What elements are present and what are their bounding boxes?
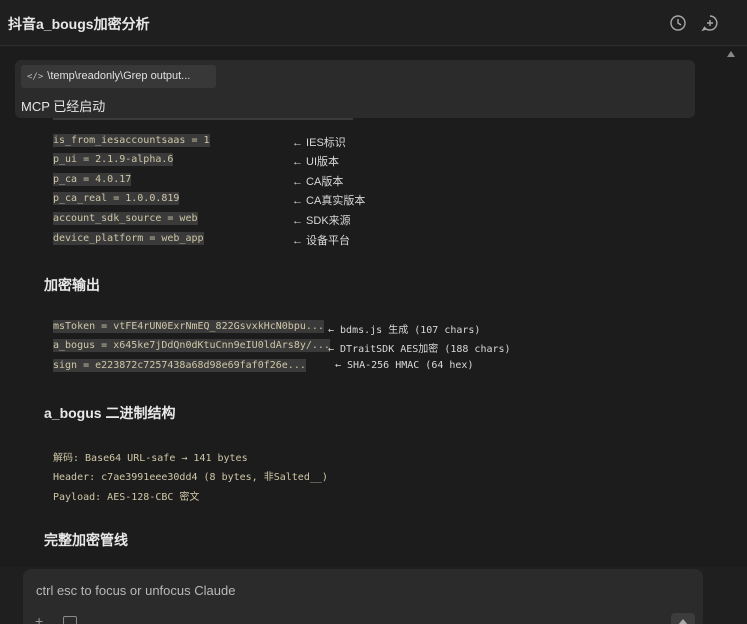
section-heading-output: 加密输出 — [44, 277, 100, 293]
mcp-status-card: </> \temp\readonly\Grep output... MCP 已经启… — [15, 60, 695, 118]
attach-icon[interactable] — [63, 616, 77, 624]
structure-line: Payload: AES-128-CBC 密文 — [53, 492, 200, 503]
param-line: account_sdk_source = web — [53, 212, 198, 225]
code-icon: </> — [27, 72, 44, 82]
mcp-status-text: MCP 已经启动 — [21, 99, 106, 114]
param-line: device_platform = web_app — [53, 232, 204, 245]
param-line: p_ca_real = 1.0.0.819 — [53, 192, 180, 205]
param-line: p_ca = 4.0.17 — [53, 173, 132, 186]
output-line: sign = e223872c7257438a68d98e69faf0f26e.… — [53, 359, 306, 372]
composer[interactable]: ctrl esc to focus or unfocus Claude + — [23, 569, 703, 624]
grep-output-chip[interactable]: </> \temp\readonly\Grep output... — [21, 65, 216, 88]
param-note: ← UI版本 — [292, 156, 340, 168]
param-note: ← CA真实版本 — [292, 195, 366, 207]
title-bar: 抖音a_bougs加密分析 — [0, 0, 747, 46]
output-note: ← bdms.js 生成 (107 chars) — [328, 325, 481, 336]
scroll-up-arrow-icon[interactable] — [727, 51, 735, 57]
window-title: 抖音a_bougs加密分析 — [8, 16, 150, 32]
param-line: p_ui = 2.1.9-alpha.6 — [53, 153, 174, 166]
plus-icon[interactable]: + — [35, 614, 49, 624]
param-note: ← IES标识 — [292, 137, 346, 149]
new-chat-icon[interactable] — [700, 13, 720, 33]
param-note: ← CA版本 — [292, 176, 344, 188]
structure-line: 解码: Base64 URL-safe → 141 bytes — [53, 453, 248, 464]
output-note: ← DTraitSDK AES加密 (188 chars) — [328, 344, 511, 355]
send-arrow-icon — [678, 619, 688, 624]
param-note: ← SDK来源 — [292, 215, 351, 227]
history-icon[interactable] — [668, 13, 688, 33]
output-line: msToken = vtFE4rUN0ExrNmEQ_822GsvxkHcN0b… — [53, 320, 324, 333]
composer-input[interactable]: ctrl esc to focus or unfocus Claude — [36, 583, 235, 598]
conversation-panel: </> \temp\readonly\Grep output... MCP 已经启… — [0, 47, 718, 567]
send-button[interactable] — [671, 613, 695, 624]
param-note: ← 设备平台 — [292, 235, 351, 247]
param-line: is_from_iesaccountsaas = 1 — [53, 134, 210, 147]
scrollbar[interactable] — [718, 47, 747, 567]
output-line: a_bogus = x645ke7jDdQn0dKtuCnn9eIU0ldArs… — [53, 339, 330, 352]
section-heading-pipeline: 完整加密管线 — [44, 532, 128, 548]
output-note: ← SHA-256 HMAC (64 hex) — [335, 360, 474, 371]
structure-line: Header: c7ae3991eee30dd4 (8 bytes, 非Salt… — [53, 472, 328, 483]
section-heading-structure: a_bogus 二进制结构 — [44, 405, 176, 421]
chip-label: \temp\readonly\Grep output... — [47, 70, 191, 82]
